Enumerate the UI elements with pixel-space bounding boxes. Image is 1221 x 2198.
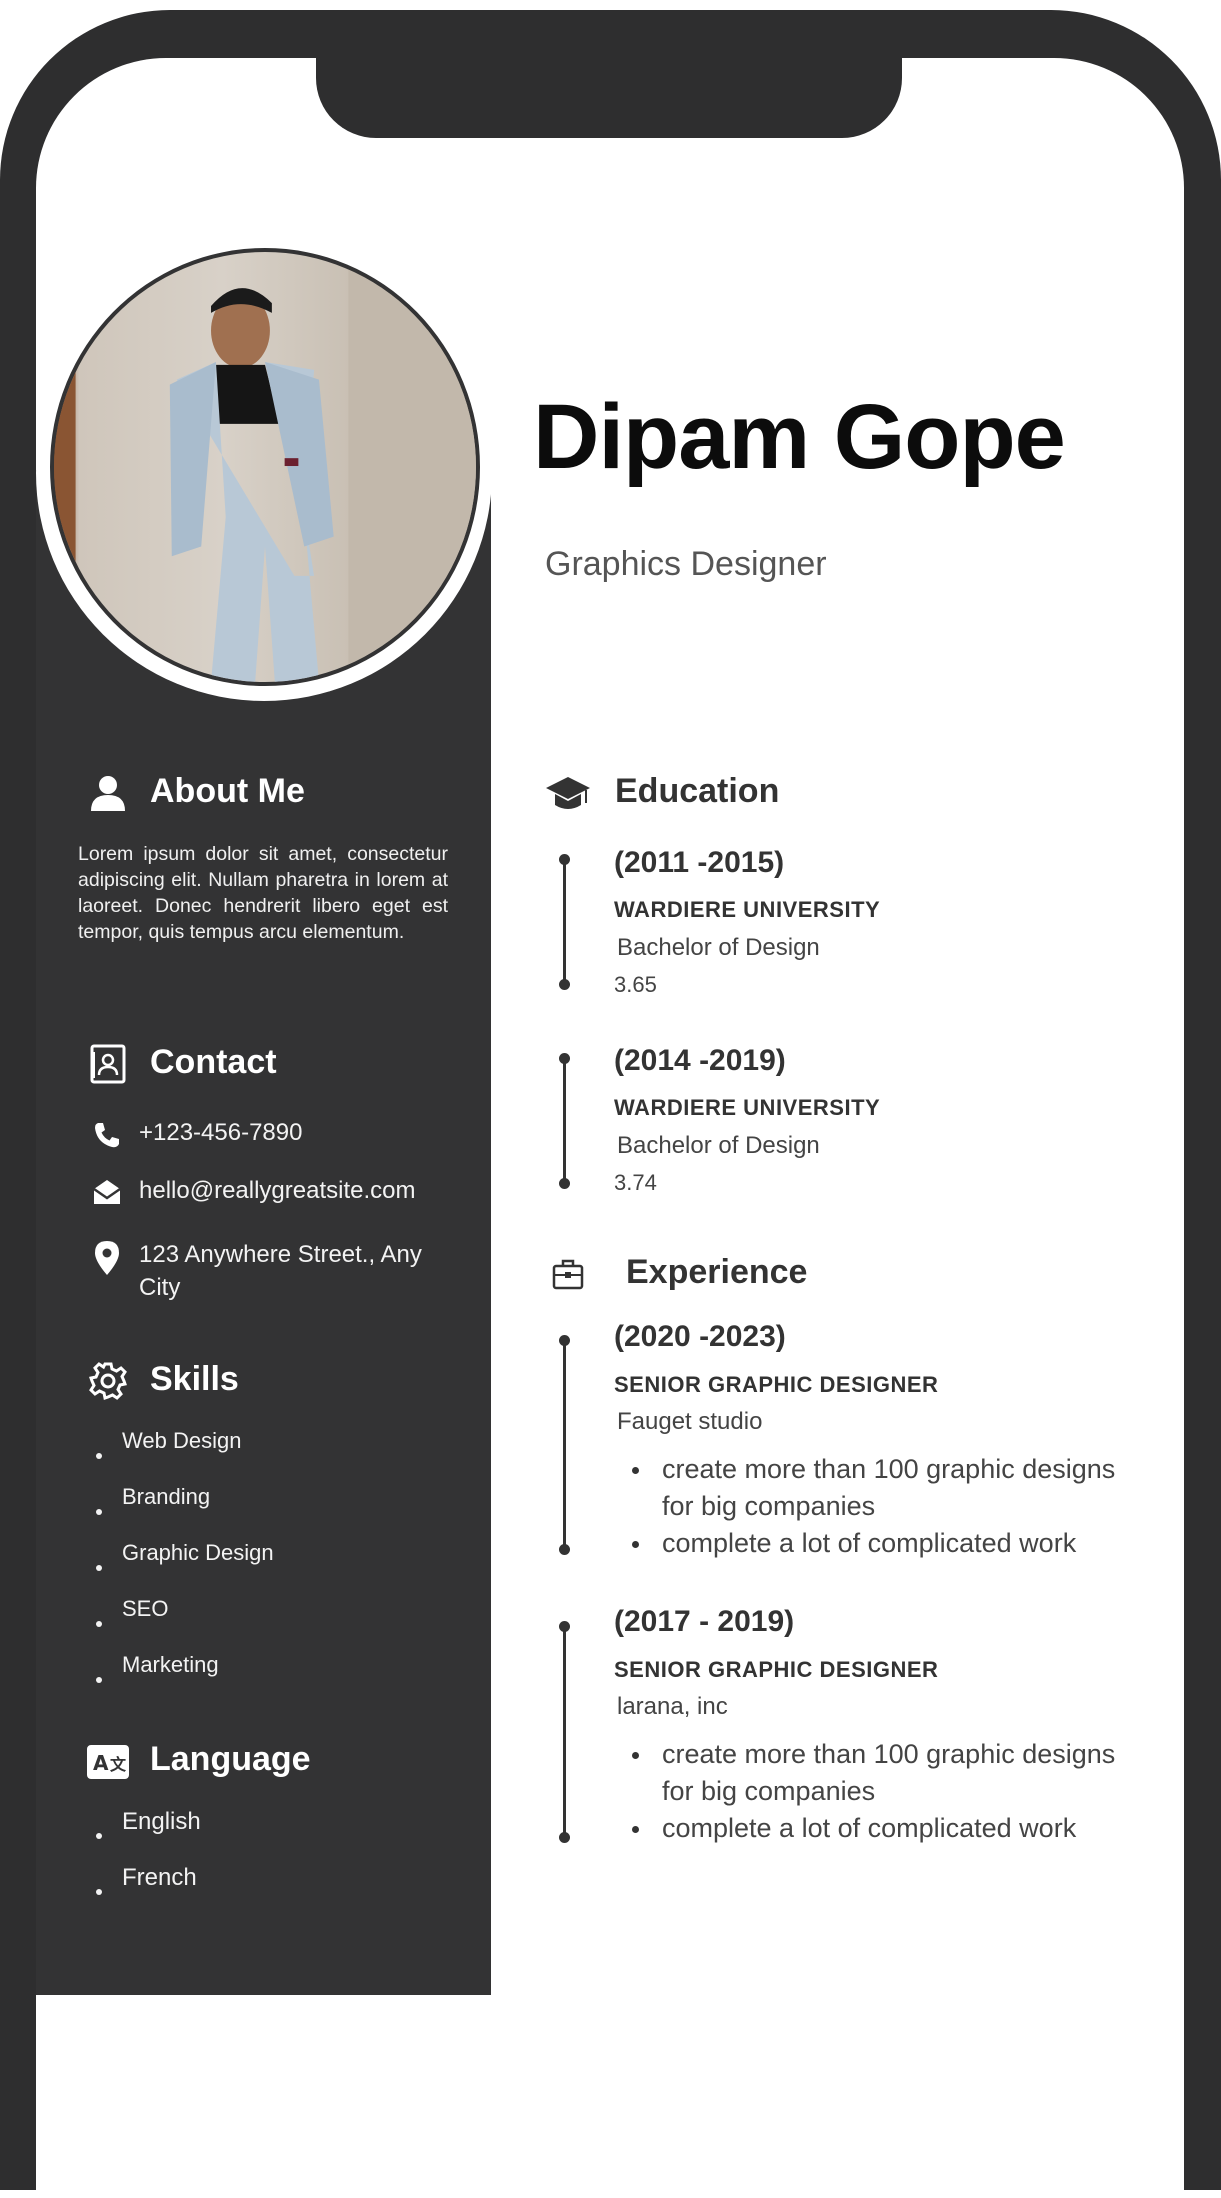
skills-list: Web Design Branding Graphic Design SEO M… — [96, 1428, 274, 1708]
exp-bullet: complete a lot of complicated work — [632, 1810, 1152, 1847]
exp-years: (2020 -2023) — [614, 1320, 786, 1353]
graduation-cap-icon — [546, 777, 590, 809]
svg-text:文: 文 — [110, 1755, 127, 1774]
address-line-1: 123 Anywhere Street., Any — [139, 1241, 422, 1268]
phone-notch — [316, 50, 902, 138]
edu-degree: Bachelor of Design — [617, 1132, 820, 1159]
exp-bullets: create more than 100 graphic designs for… — [632, 1736, 1152, 1847]
edu-gpa: 3.74 — [614, 1170, 657, 1195]
timeline-dot — [559, 1544, 570, 1555]
gear-icon — [89, 1362, 127, 1400]
mail-icon — [93, 1180, 121, 1204]
edu-years: (2014 -2019) — [614, 1044, 786, 1077]
exp-bullet: complete a lot of complicated work — [632, 1525, 1152, 1562]
language-list: English French — [96, 1808, 201, 1920]
profile-photo — [50, 248, 480, 686]
language-item: French — [96, 1864, 201, 1920]
timeline-dot — [559, 1178, 570, 1189]
exp-years: (2017 - 2019) — [614, 1605, 795, 1638]
language-heading: Language — [150, 1740, 311, 1778]
exp-bullets: create more than 100 graphic designs for… — [632, 1451, 1152, 1562]
timeline-dot — [559, 854, 570, 865]
edu-gpa: 3.65 — [614, 972, 657, 997]
exp-company: Fauget studio — [617, 1408, 763, 1435]
translate-icon: A 文 — [87, 1745, 129, 1779]
edu-school: WARDIERE UNIVERSITY — [614, 1095, 881, 1120]
edu-degree: Bachelor of Design — [617, 934, 820, 961]
location-pin-icon — [95, 1241, 119, 1275]
resume-name: Dipam Gope — [533, 386, 1066, 488]
about-heading: About Me — [150, 772, 305, 810]
edu-years: (2011 -2015) — [614, 846, 785, 879]
timeline-line — [559, 1621, 570, 1843]
briefcase-icon — [552, 1259, 584, 1290]
timeline-line — [559, 1053, 570, 1189]
timeline-dot — [559, 1335, 570, 1346]
skill-item: Web Design — [96, 1428, 274, 1484]
timeline-dot — [559, 1621, 570, 1632]
address-line-2: City — [139, 1274, 181, 1301]
contact-card-icon — [90, 1044, 126, 1084]
edu-school: WARDIERE UNIVERSITY — [614, 897, 881, 922]
exp-title: SENIOR GRAPHIC DESIGNER — [614, 1657, 939, 1682]
phone-icon — [95, 1123, 119, 1148]
skill-item: SEO — [96, 1596, 274, 1652]
timeline-line — [559, 1335, 570, 1555]
resume-role: Graphics Designer — [545, 545, 827, 583]
contact-address: 123 Anywhere Street., Any City — [139, 1238, 422, 1304]
about-text: Lorem ipsum dolor sit amet, consectetur … — [78, 843, 448, 943]
timeline-dot — [559, 979, 570, 990]
contact-email[interactable]: hello@reallygreatsite.com — [139, 1174, 415, 1207]
timeline-dot — [559, 1053, 570, 1064]
user-icon — [91, 776, 125, 811]
exp-company: larana, inc — [617, 1693, 728, 1720]
exp-title: SENIOR GRAPHIC DESIGNER — [614, 1372, 939, 1397]
education-heading: Education — [615, 772, 780, 810]
skill-item: Graphic Design — [96, 1540, 274, 1596]
contact-phone[interactable]: +123-456-7890 — [139, 1116, 302, 1149]
skills-heading: Skills — [150, 1360, 239, 1398]
experience-heading: Experience — [626, 1253, 808, 1291]
skill-item: Branding — [96, 1484, 274, 1540]
person-silhouette — [54, 252, 476, 682]
skill-item: Marketing — [96, 1652, 274, 1708]
exp-bullet: create more than 100 graphic designs for… — [632, 1736, 1152, 1810]
timeline-line — [559, 854, 570, 990]
exp-bullet: create more than 100 graphic designs for… — [632, 1451, 1152, 1525]
language-item: English — [96, 1808, 201, 1864]
timeline-dot — [559, 1832, 570, 1843]
contact-heading: Contact — [150, 1043, 277, 1081]
svg-text:A: A — [93, 1751, 109, 1775]
